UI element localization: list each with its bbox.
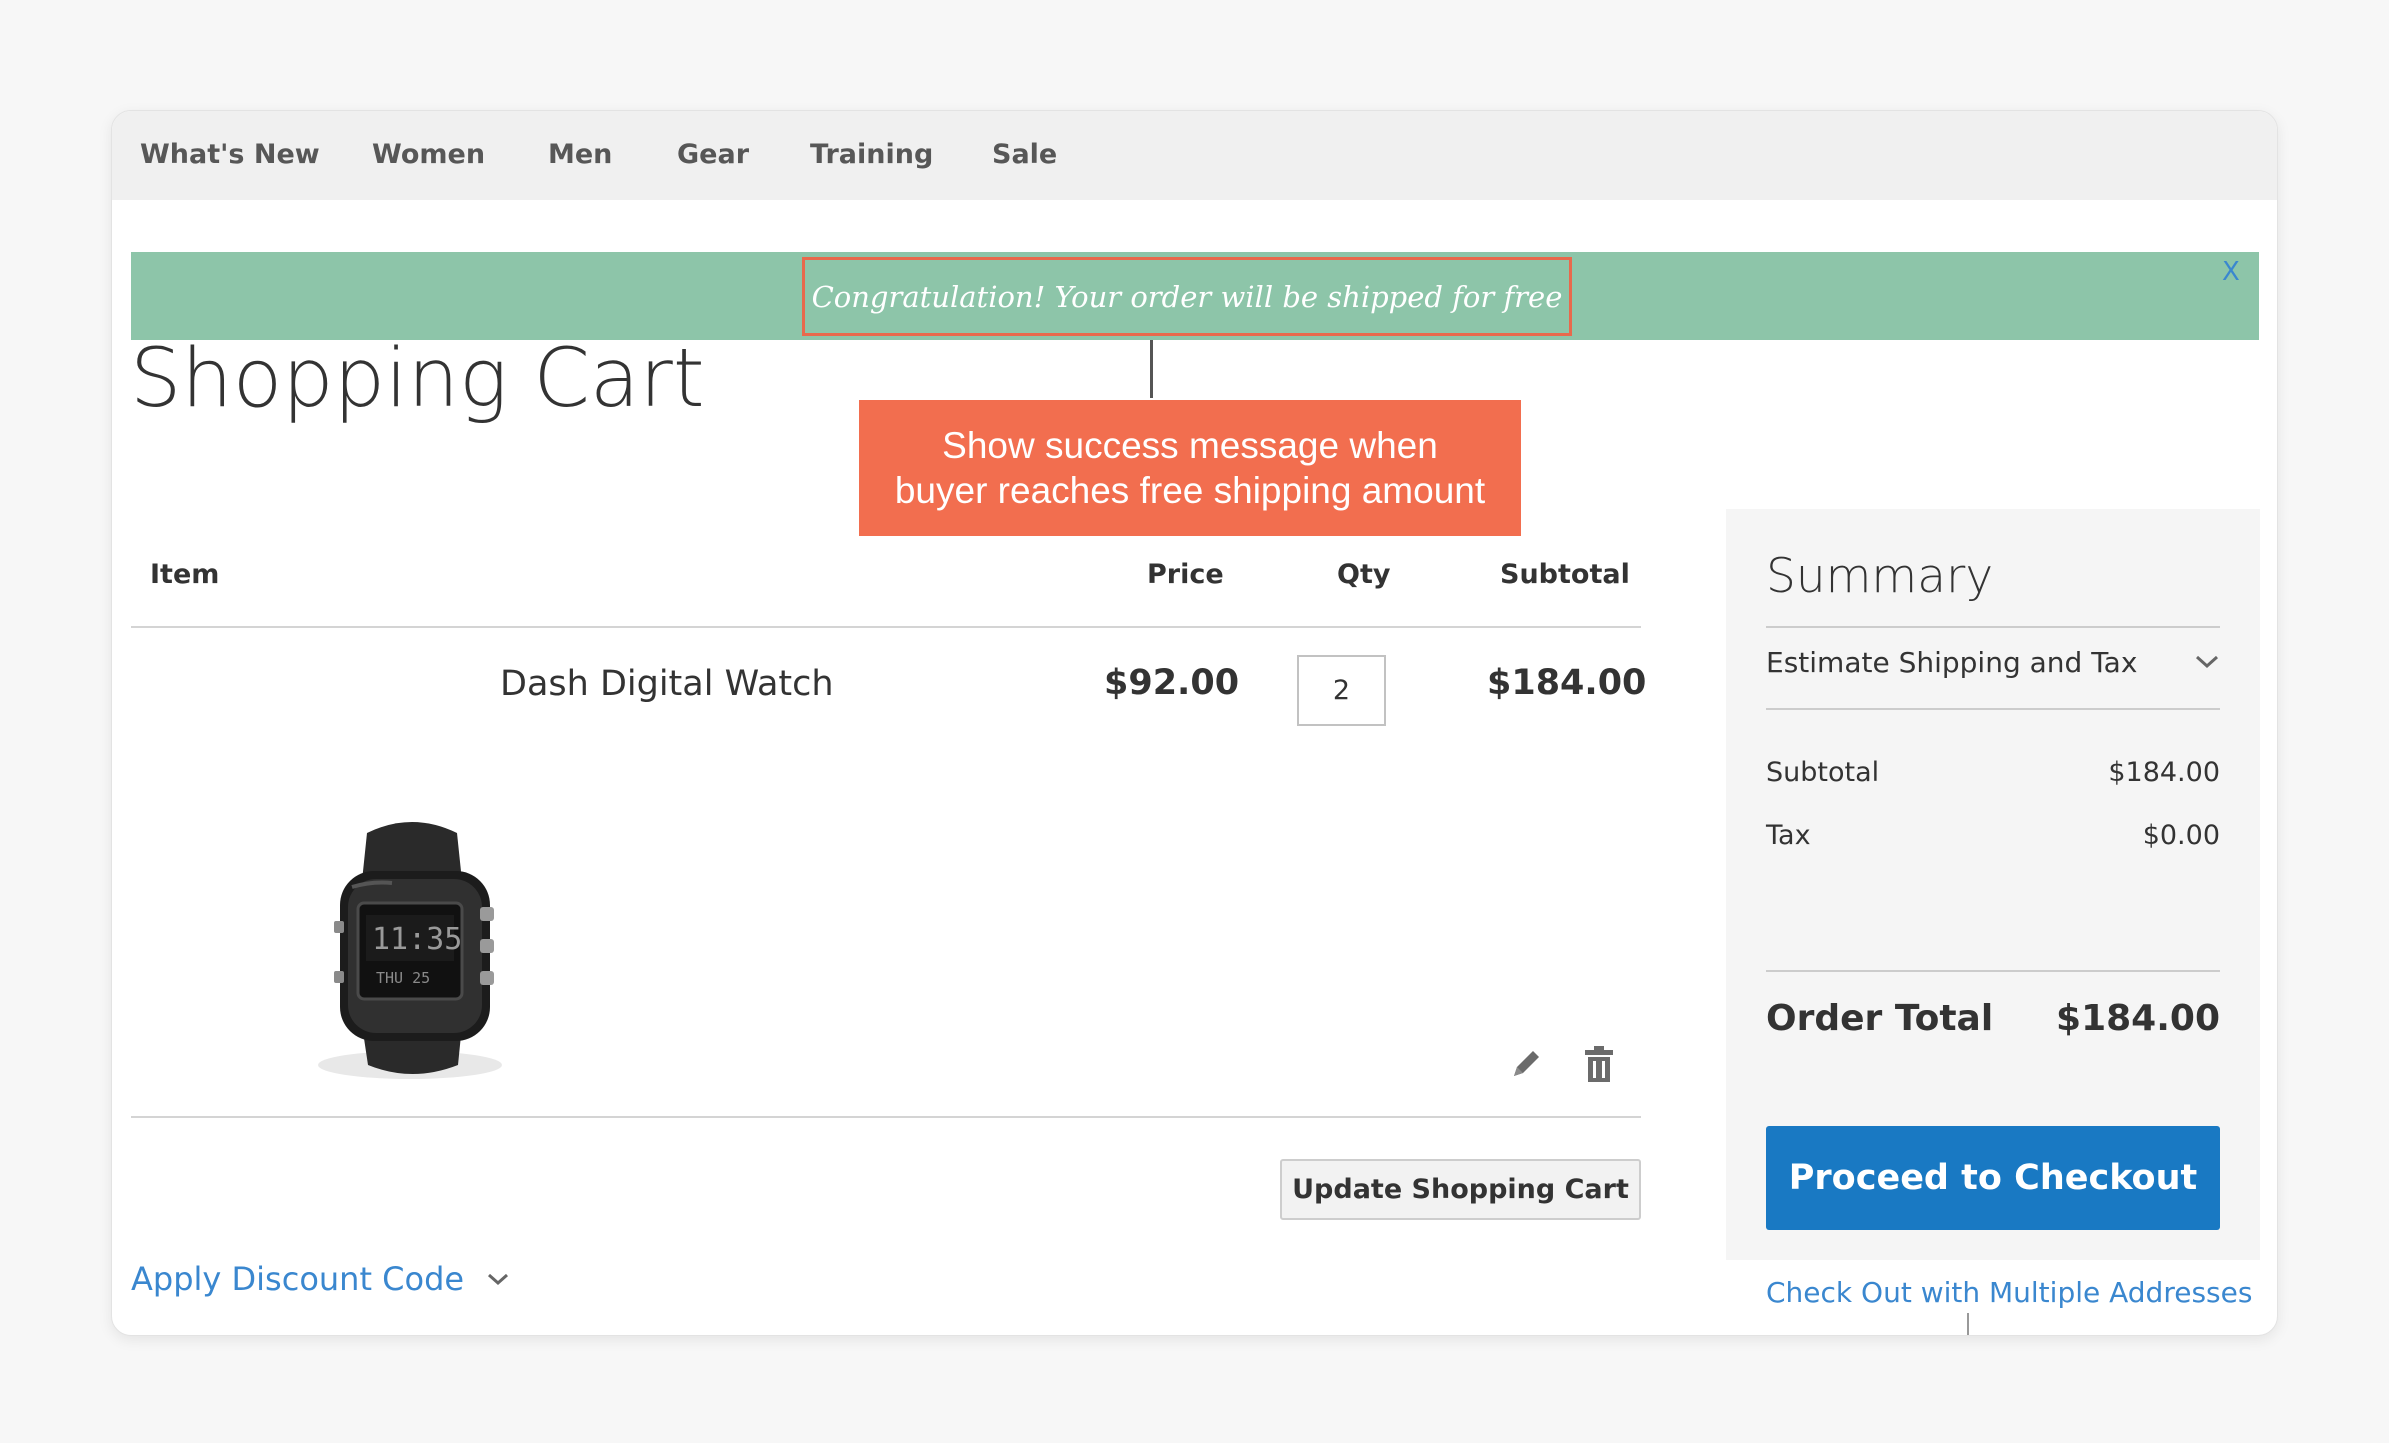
- main-nav: What's New Women Men Gear Training Sale: [112, 111, 2277, 200]
- nav-item-women[interactable]: Women: [372, 141, 485, 168]
- nav-item-sale[interactable]: Sale: [992, 141, 1057, 168]
- summary-title: Summary: [1766, 549, 1994, 604]
- column-header-price: Price: [1147, 559, 1224, 590]
- column-header-item: Item: [150, 559, 220, 590]
- summary-divider: [1766, 708, 2220, 710]
- column-header-qty: Qty: [1337, 559, 1391, 590]
- estimate-shipping-toggle[interactable]: Estimate Shipping and Tax: [1766, 637, 2220, 687]
- order-total-label: Order Total: [1766, 998, 1994, 1039]
- cart-item-divider: [131, 1116, 1641, 1118]
- order-total-value: $184.00: [2056, 998, 2220, 1039]
- callout-connector: [1150, 340, 1153, 398]
- order-total-row: Order Total $184.00: [1766, 1001, 2220, 1037]
- trash-icon[interactable]: [1584, 1045, 1614, 1083]
- update-cart-button[interactable]: Update Shopping Cart: [1280, 1159, 1641, 1220]
- summary-subtotal-row: Subtotal $184.00: [1766, 759, 2220, 786]
- summary-tax-value: $0.00: [2142, 820, 2220, 851]
- proceed-to-checkout-button[interactable]: Proceed to Checkout: [1766, 1126, 2220, 1230]
- browser-frame: What's New Women Men Gear Training Sale …: [111, 110, 2278, 1336]
- discount-code-toggle[interactable]: Apply Discount Code: [131, 1260, 510, 1298]
- nav-item-whats-new[interactable]: What's New: [140, 141, 320, 168]
- column-header-subtotal: Subtotal: [1500, 559, 1630, 590]
- callout-line-1: Show success message when: [942, 425, 1438, 466]
- quantity-input[interactable]: [1297, 655, 1386, 726]
- page-title: Shopping Cart: [130, 332, 705, 426]
- product-name-link[interactable]: Dash Digital Watch: [500, 667, 834, 702]
- pencil-icon[interactable]: [1508, 1046, 1544, 1082]
- annotation-callout: Show success message when buyer reaches …: [859, 400, 1521, 536]
- svg-text:THU 25: THU 25: [376, 969, 430, 987]
- chevron-down-icon: [2195, 655, 2219, 669]
- order-summary: Summary Estimate Shipping and Tax Subtot…: [1726, 509, 2260, 1307]
- summary-subtotal-label: Subtotal: [1766, 757, 1880, 788]
- summary-tax-label: Tax: [1766, 820, 1811, 851]
- success-message: Congratulation! Your order will be shipp…: [802, 257, 1572, 336]
- decorative-tick: [1967, 1313, 1969, 1335]
- callout-line-2: buyer reaches free shipping amount: [894, 470, 1486, 511]
- nav-item-men[interactable]: Men: [548, 141, 612, 168]
- summary-divider: [1766, 970, 2220, 972]
- table-header-divider: [131, 626, 1641, 628]
- close-banner-button[interactable]: X: [2222, 259, 2240, 285]
- nav-item-training[interactable]: Training: [810, 141, 933, 168]
- summary-divider: [1766, 626, 2220, 628]
- item-price: $92.00: [1104, 663, 1240, 703]
- svg-text:11:35: 11:35: [372, 922, 462, 957]
- summary-tax-row: Tax $0.00: [1766, 822, 2220, 849]
- watch-image[interactable]: 11:35 THU 25: [272, 803, 542, 1103]
- estimate-shipping-label: Estimate Shipping and Tax: [1766, 645, 2138, 679]
- item-subtotal: $184.00: [1487, 663, 1647, 703]
- nav-item-gear[interactable]: Gear: [677, 141, 749, 168]
- multiple-addresses-link[interactable]: Check Out with Multiple Addresses: [1766, 1279, 2252, 1307]
- discount-code-label: Apply Discount Code: [131, 1260, 465, 1298]
- chevron-down-icon: [488, 1273, 509, 1286]
- summary-subtotal-value: $184.00: [2108, 757, 2220, 788]
